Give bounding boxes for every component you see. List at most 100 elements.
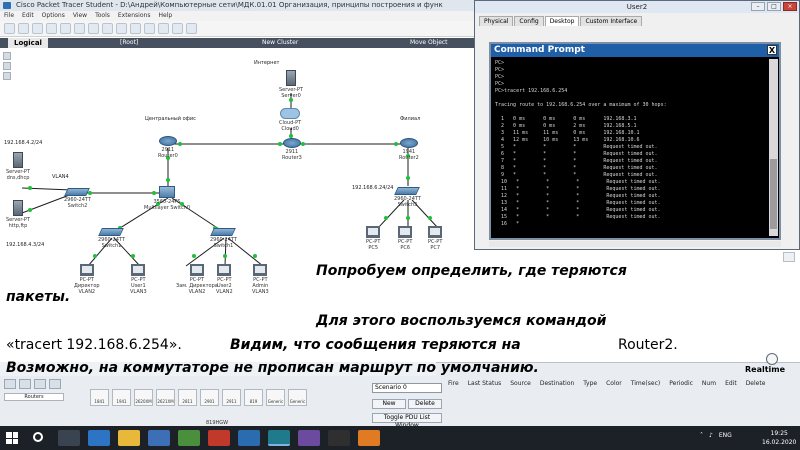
- tray-arrow-icon[interactable]: ˄: [700, 432, 703, 439]
- packet-tracer-icon[interactable]: [268, 430, 290, 446]
- device-model-item[interactable]: 2811: [178, 389, 197, 406]
- save-icon[interactable]: [32, 23, 43, 34]
- menu-tools[interactable]: Tools: [95, 11, 110, 21]
- device-model-item[interactable]: 2911: [222, 389, 241, 406]
- command-prompt-close-button[interactable]: X: [767, 45, 777, 55]
- tab-physical[interactable]: Physical: [479, 16, 514, 26]
- device-model-item[interactable]: 2620XM: [134, 389, 153, 406]
- move-object-button[interactable]: Move Object: [410, 39, 448, 46]
- pdu-table-header: Fire Last Status Source Destination Type…: [448, 380, 766, 387]
- paste-icon[interactable]: [88, 23, 99, 34]
- server0[interactable]: Server-PT Server0: [279, 70, 303, 99]
- wireless-category-icon[interactable]: [49, 379, 61, 389]
- routers-category-icon[interactable]: [4, 379, 16, 389]
- close-icon[interactable]: ×: [783, 2, 797, 11]
- switch-central-a[interactable]: 2960-24TT Switch1: [98, 228, 125, 249]
- store-icon[interactable]: [148, 430, 170, 446]
- search-icon[interactable]: [33, 432, 43, 442]
- router3[interactable]: 2911 Router3: [282, 138, 302, 161]
- app-icon[interactable]: [178, 430, 200, 446]
- tab-desktop[interactable]: Desktop: [544, 16, 580, 26]
- new-scenario-button[interactable]: New: [372, 399, 406, 409]
- activity-wizard-icon[interactable]: [60, 23, 71, 34]
- device-model-item[interactable]: Generic: [266, 389, 285, 406]
- logical-tab[interactable]: Logical: [8, 38, 48, 48]
- command-output[interactable]: PC> PC> PC> PC> PC>tracert 192.168.6.254 Tra…: [495, 60, 767, 234]
- vlan4-label: VLAN4: [52, 174, 69, 180]
- command-prompt[interactable]: Command Prompt X PC> PC> PC> PC> PC>tracert …: [489, 42, 781, 240]
- router0[interactable]: 2911 Router0: [158, 136, 178, 159]
- toggle-pdu-list-button[interactable]: Toggle PDU List Window: [372, 413, 442, 429]
- command-scrollbar[interactable]: [769, 59, 778, 236]
- zoom-in-icon[interactable]: [130, 23, 141, 34]
- device-model-item[interactable]: 1841: [90, 389, 109, 406]
- switch-branch[interactable]: 2960-24TT Switch3: [394, 187, 421, 208]
- pc-director[interactable]: PC-PT Директор VLAN2: [74, 264, 100, 295]
- keyboard-language[interactable]: ENG: [719, 432, 732, 439]
- menu-view[interactable]: View: [73, 11, 87, 21]
- copy-icon[interactable]: [74, 23, 85, 34]
- maximize-icon[interactable]: □: [767, 2, 781, 11]
- device-model-item[interactable]: 2901: [200, 389, 219, 406]
- custom-device-icon[interactable]: [186, 23, 197, 34]
- minimize-icon[interactable]: –: [751, 2, 765, 11]
- taskbar: ˄ ♪ ENG 19:25 16.02.2020: [0, 426, 800, 450]
- menu-options[interactable]: Options: [42, 11, 65, 21]
- clock[interactable]: 19:25 16.02.2020: [762, 429, 796, 447]
- redo-icon[interactable]: [116, 23, 127, 34]
- command-output-line: 11 * * * Request timed out.: [495, 186, 661, 192]
- word-icon[interactable]: [238, 430, 260, 446]
- menu-help[interactable]: Help: [158, 11, 172, 21]
- tab-config[interactable]: Config: [514, 16, 544, 26]
- server-dns-dhcp[interactable]: Server-PT dns,dhcp: [6, 152, 30, 181]
- menu-edit[interactable]: Edit: [22, 11, 34, 21]
- app-icon[interactable]: [298, 430, 320, 446]
- pc7[interactable]: PC-PT PC7: [428, 226, 442, 251]
- presentation-icon[interactable]: [208, 430, 230, 446]
- zoom-out-icon[interactable]: [158, 23, 169, 34]
- server-http-ftp[interactable]: Server-PT http,ftp: [6, 200, 30, 229]
- edge-icon[interactable]: [88, 430, 110, 446]
- pc-user1[interactable]: PC-PT User1 VLAN3: [130, 264, 147, 295]
- new-cluster-button[interactable]: New Cluster: [262, 39, 298, 46]
- volume-icon[interactable]: ♪: [709, 432, 713, 439]
- scenario-select[interactable]: Scenario 0: [372, 383, 442, 393]
- server-icon: [12, 200, 23, 216]
- router2[interactable]: 1941 Router2: [399, 138, 419, 161]
- multilayer-switch0[interactable]: 3560-24PS Multilayer Switch0: [144, 186, 190, 211]
- complex-pdu-icon[interactable]: [783, 252, 795, 262]
- pc-user2[interactable]: PC-PT User2 VLAN2: [216, 264, 233, 295]
- task-view-icon[interactable]: [58, 430, 80, 446]
- menu-extensions[interactable]: Extensions: [118, 11, 151, 21]
- pc6[interactable]: PC-PT PC6: [398, 226, 412, 251]
- menu-file[interactable]: File: [4, 11, 14, 21]
- palette-icon[interactable]: [172, 23, 183, 34]
- realtime-mode[interactable]: Realtime: [745, 365, 785, 374]
- app-icon[interactable]: [328, 430, 350, 446]
- root-breadcrumb[interactable]: [Root]: [120, 39, 138, 46]
- device-model-item[interactable]: 1941: [112, 389, 131, 406]
- file-explorer-icon[interactable]: [118, 430, 140, 446]
- open-file-icon[interactable]: [18, 23, 29, 34]
- undo-icon[interactable]: [102, 23, 113, 34]
- new-file-icon[interactable]: [4, 23, 15, 34]
- windows-start-icon[interactable]: [6, 432, 18, 444]
- device-model-item[interactable]: Generic: [288, 389, 307, 406]
- pc5[interactable]: PC-PT PC5: [366, 226, 380, 251]
- scroll-thumb[interactable]: [770, 159, 777, 229]
- app-icon[interactable]: [358, 430, 380, 446]
- device-model-item[interactable]: 2621XM: [156, 389, 175, 406]
- print-icon[interactable]: [46, 23, 57, 34]
- pc-admin[interactable]: PC-PT Admin VLAN3: [252, 264, 269, 295]
- switches-category-icon[interactable]: [19, 379, 31, 389]
- device-model-item[interactable]: 819: [244, 389, 263, 406]
- switch-central-b[interactable]: 2960-24TT Switch1: [210, 228, 237, 249]
- cloud0[interactable]: Cloud-PT Cloud0: [279, 108, 301, 132]
- realtime-clock-icon[interactable]: [766, 353, 778, 365]
- pc-deputy-director[interactable]: PC-PT Зам. Директора VLAN2: [176, 264, 218, 295]
- zoom-reset-icon[interactable]: [144, 23, 155, 34]
- tab-custom-interface[interactable]: Custom Interface: [580, 16, 643, 26]
- hubs-category-icon[interactable]: [34, 379, 46, 389]
- delete-scenario-button[interactable]: Delete: [408, 399, 442, 409]
- switch2[interactable]: 2960-24TT Switch2: [64, 188, 91, 209]
